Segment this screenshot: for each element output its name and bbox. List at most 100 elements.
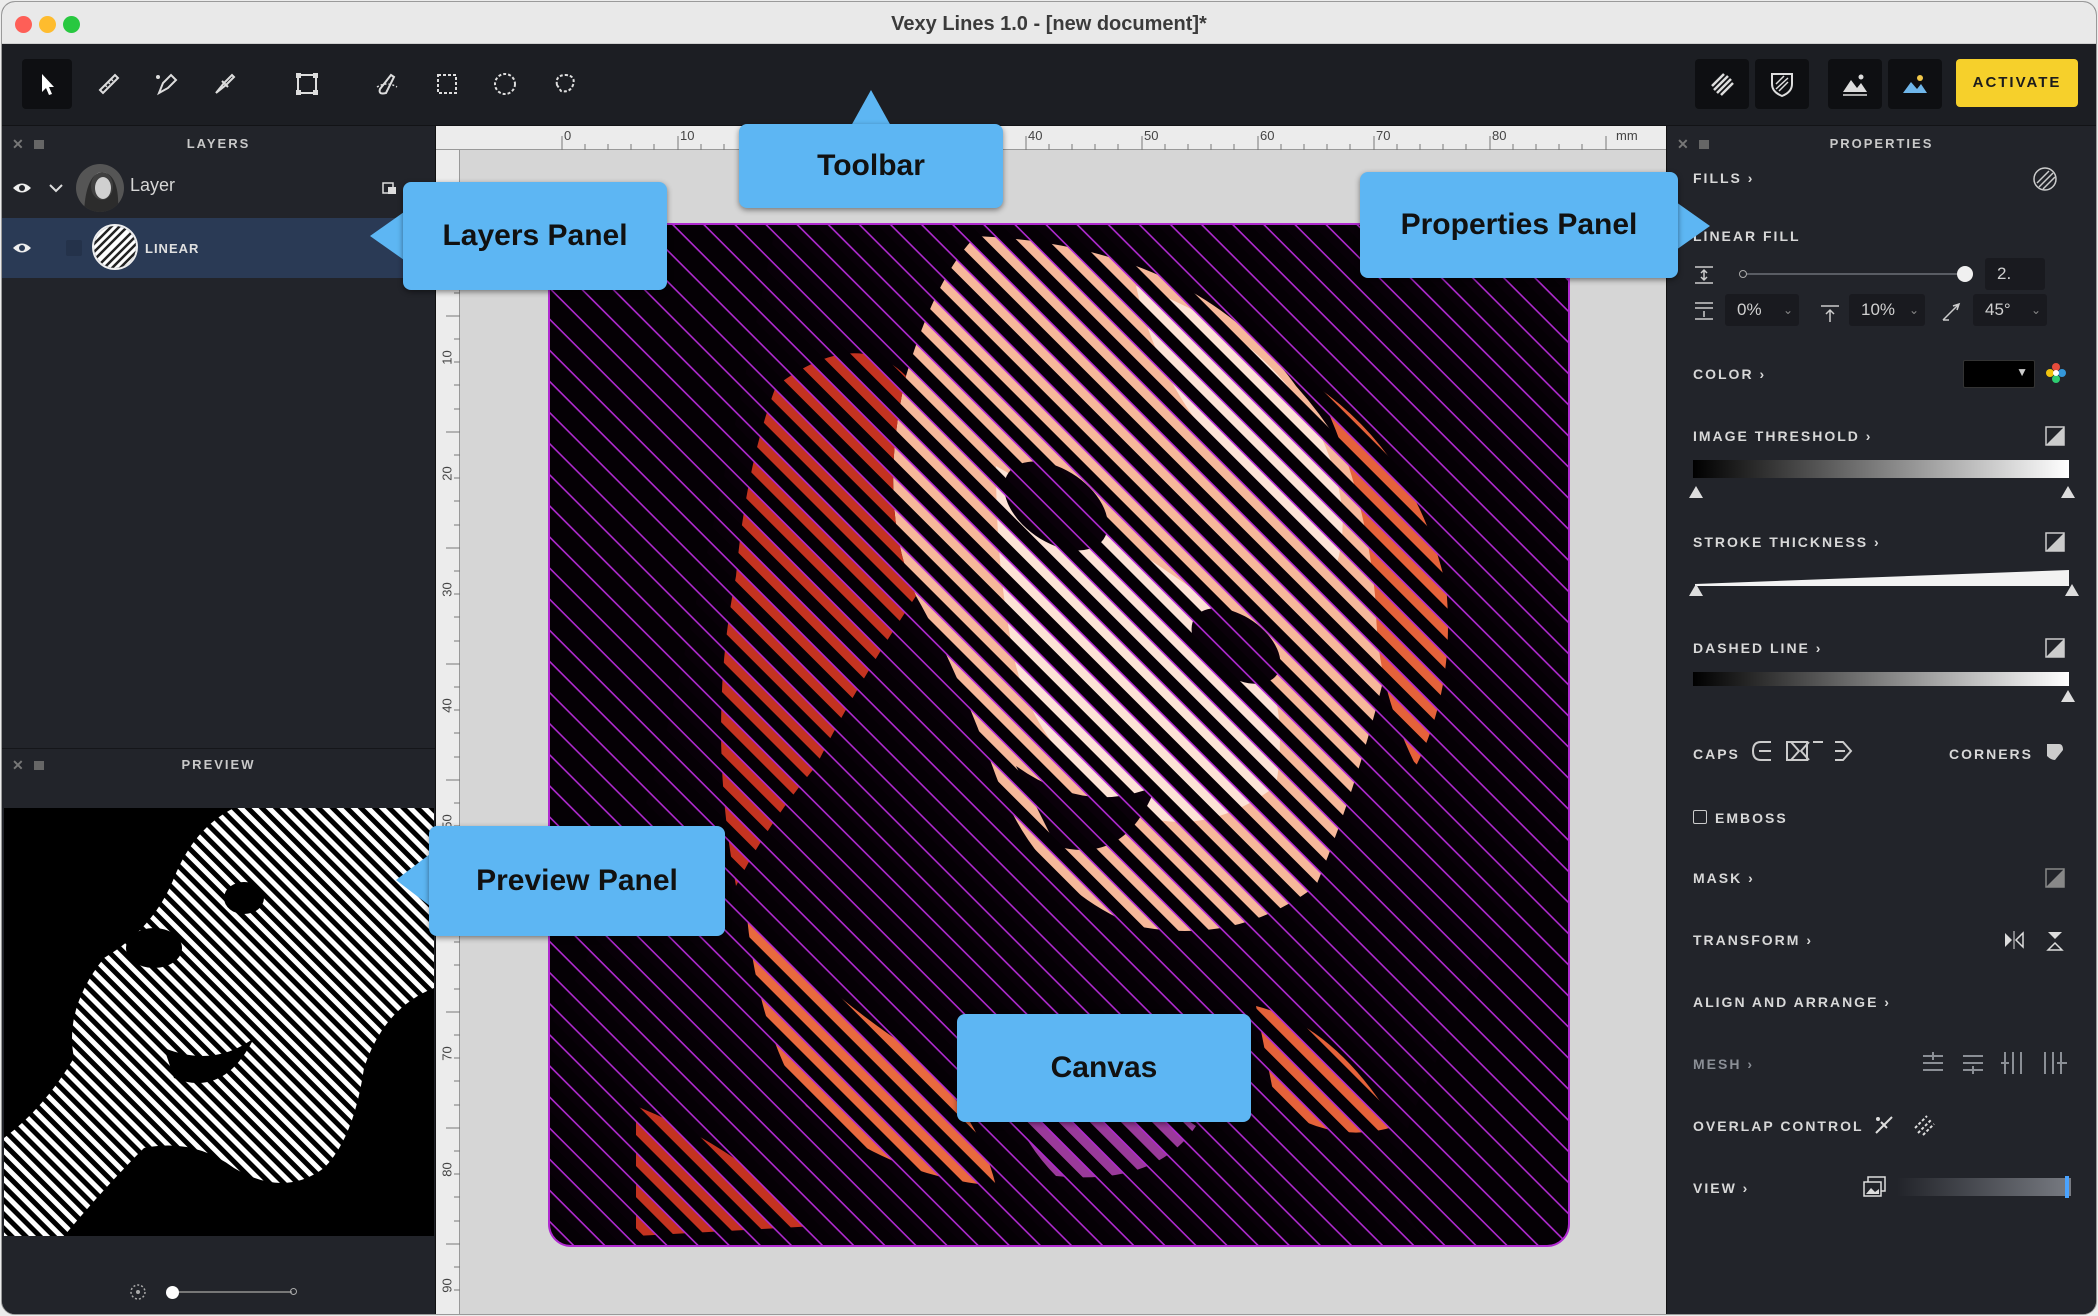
spacing-field[interactable]: 2. bbox=[1985, 258, 2045, 290]
overlap-control-label: OVERLAP CONTROL bbox=[1693, 1118, 1864, 1134]
spacing-icon bbox=[1695, 266, 1713, 284]
view-opacity-thumb[interactable] bbox=[2065, 1176, 2069, 1198]
color-swatch[interactable]: ▼ bbox=[1963, 360, 2035, 388]
eye-icon[interactable] bbox=[12, 242, 32, 254]
dock-panel-icon[interactable] bbox=[1699, 140, 1709, 149]
arrow-icon bbox=[42, 74, 54, 95]
preview-zoom-slider[interactable] bbox=[130, 1282, 302, 1302]
emboss-label: EMBOSS bbox=[1715, 810, 1788, 826]
angle-field[interactable]: 45° ⌄ bbox=[1973, 294, 2047, 326]
properties-panel-callout: Properties Panel bbox=[1360, 172, 1678, 278]
stroke-thickness-toggle[interactable]: STROKE THICKNESS › bbox=[1693, 534, 1881, 550]
canvas[interactable]: 0 10 40 50 60 70 80 mm 10 20 30 40 50 70… bbox=[436, 126, 1668, 1315]
layers-header-label: LAYERS bbox=[186, 136, 251, 151]
spacing-slider-thumb[interactable] bbox=[1957, 266, 1973, 282]
pen-tool[interactable] bbox=[142, 59, 192, 109]
dash-map-icon[interactable] bbox=[2045, 638, 2065, 658]
shield-view-button[interactable] bbox=[1755, 59, 1809, 109]
layer-options-icon[interactable] bbox=[382, 180, 398, 196]
lines-image-button[interactable] bbox=[1828, 59, 1882, 109]
layer-row[interactable]: Layer bbox=[2, 158, 436, 218]
offset-icon bbox=[1695, 302, 1713, 320]
mask-toggle[interactable]: MASK › bbox=[1693, 870, 1755, 886]
properties-header-label: PROPERTIES bbox=[1829, 136, 1934, 151]
threshold-max-handle[interactable] bbox=[2061, 486, 2075, 498]
layer-thumbnail bbox=[76, 164, 124, 212]
offset-field[interactable]: 0% ⌄ bbox=[1725, 294, 1799, 326]
threshold-min-handle[interactable] bbox=[1689, 486, 1703, 498]
layers-panel: ✕ LAYERS Layer LINEAR ✕ PREVIEW bbox=[2, 126, 436, 1314]
layers-panel-header: ✕ LAYERS bbox=[2, 132, 435, 156]
toolbar-callout: Toolbar bbox=[739, 124, 1003, 208]
thickness-curve[interactable] bbox=[1693, 564, 2071, 594]
lasso-select-tool[interactable] bbox=[540, 59, 590, 109]
rect-select-tool[interactable] bbox=[422, 59, 472, 109]
smooth-field[interactable]: 10% ⌄ bbox=[1849, 294, 1925, 326]
corners-label: CORNERS bbox=[1949, 746, 2034, 762]
pen-nib-icon bbox=[215, 73, 236, 94]
source-image-button[interactable] bbox=[1888, 59, 1942, 109]
close-panel-icon[interactable]: ✕ bbox=[1677, 132, 1689, 156]
color-section-toggle[interactable]: COLOR › bbox=[1693, 366, 1766, 382]
spacing-slider-track[interactable] bbox=[1741, 273, 1967, 275]
transform-toggle[interactable]: TRANSFORM › bbox=[1693, 932, 1813, 948]
preview-header-label: PREVIEW bbox=[181, 757, 256, 772]
dash-gradient[interactable] bbox=[1693, 672, 2069, 686]
ellipse-select-tool[interactable] bbox=[480, 59, 530, 109]
brush-tool[interactable] bbox=[362, 59, 412, 109]
color-wheel-icon[interactable] bbox=[2045, 362, 2067, 384]
view-opacity-slider[interactable] bbox=[1897, 1178, 2071, 1196]
overlap-cut-icon[interactable] bbox=[1873, 1114, 1895, 1136]
threshold-map-icon[interactable] bbox=[2045, 426, 2065, 446]
thickness-map-icon[interactable] bbox=[2045, 532, 2065, 552]
close-panel-icon[interactable]: ✕ bbox=[12, 749, 24, 781]
threshold-gradient[interactable] bbox=[1693, 460, 2069, 478]
fill-checkbox[interactable] bbox=[66, 240, 82, 256]
thickness-max-handle[interactable] bbox=[2065, 584, 2079, 596]
emboss-checkbox[interactable] bbox=[1693, 810, 1707, 824]
dock-panel-icon[interactable] bbox=[34, 761, 44, 770]
transform-icon bbox=[296, 73, 318, 95]
caps-label: CAPS bbox=[1693, 746, 1740, 762]
ruler-icon bbox=[98, 73, 120, 95]
flip-horizontal-icon[interactable] bbox=[2003, 930, 2025, 950]
properties-callout-arrow bbox=[1676, 202, 1710, 250]
mesh-toggle[interactable]: MESH › bbox=[1693, 1056, 1754, 1072]
pen-edit-tool[interactable] bbox=[200, 59, 250, 109]
flip-vertical-icon[interactable] bbox=[2045, 930, 2065, 952]
caps-buttons[interactable] bbox=[1751, 738, 1861, 764]
properties-panel: ✕ PROPERTIES FILLS › LINEAR FILL 2. 0% ⌄ … bbox=[1666, 126, 2096, 1314]
view-image-icon[interactable] bbox=[1863, 1176, 1887, 1198]
chevron-down-icon[interactable] bbox=[48, 180, 64, 196]
transform-tool[interactable] bbox=[282, 59, 332, 109]
pen-icon bbox=[156, 73, 178, 96]
zoom-fit-icon[interactable] bbox=[128, 1282, 148, 1302]
strokes-view-button[interactable] bbox=[1695, 59, 1749, 109]
close-panel-icon[interactable]: ✕ bbox=[12, 132, 24, 156]
eye-icon[interactable] bbox=[12, 182, 32, 194]
arrow-select-tool[interactable] bbox=[22, 59, 72, 109]
image-threshold-toggle[interactable]: IMAGE THRESHOLD › bbox=[1693, 428, 1872, 444]
ruler-tool[interactable] bbox=[84, 59, 134, 109]
align-arrange-toggle[interactable]: ALIGN AND ARRANGE › bbox=[1693, 994, 1891, 1010]
linear-fill-thumbnail bbox=[92, 224, 138, 270]
properties-panel-header: ✕ PROPERTIES bbox=[1667, 132, 2096, 156]
corner-round-icon[interactable] bbox=[2045, 742, 2065, 762]
overlap-hatch-icon[interactable] bbox=[1913, 1114, 1935, 1136]
document-artwork[interactable] bbox=[436, 126, 1668, 1315]
zoom-thumb[interactable] bbox=[166, 1286, 179, 1299]
zoom-track bbox=[172, 1291, 292, 1293]
view-toggle[interactable]: VIEW › bbox=[1693, 1180, 1749, 1196]
fills-section-toggle[interactable]: FILLS › bbox=[1693, 170, 1754, 186]
toolbar: ACTIVATE bbox=[2, 44, 2096, 126]
mesh-buttons[interactable] bbox=[1921, 1050, 2069, 1076]
dock-panel-icon[interactable] bbox=[34, 140, 44, 149]
mask-icon[interactable] bbox=[2045, 868, 2065, 888]
activate-button[interactable]: ACTIVATE bbox=[1956, 59, 2078, 107]
fill-type-icon[interactable] bbox=[2032, 166, 2058, 192]
dashed-line-toggle[interactable]: DASHED LINE › bbox=[1693, 640, 1822, 656]
dash-max-handle[interactable] bbox=[2061, 690, 2075, 702]
smooth-icon bbox=[1821, 305, 1839, 322]
ellipse-select-icon bbox=[494, 73, 516, 95]
thickness-min-handle[interactable] bbox=[1689, 584, 1703, 596]
